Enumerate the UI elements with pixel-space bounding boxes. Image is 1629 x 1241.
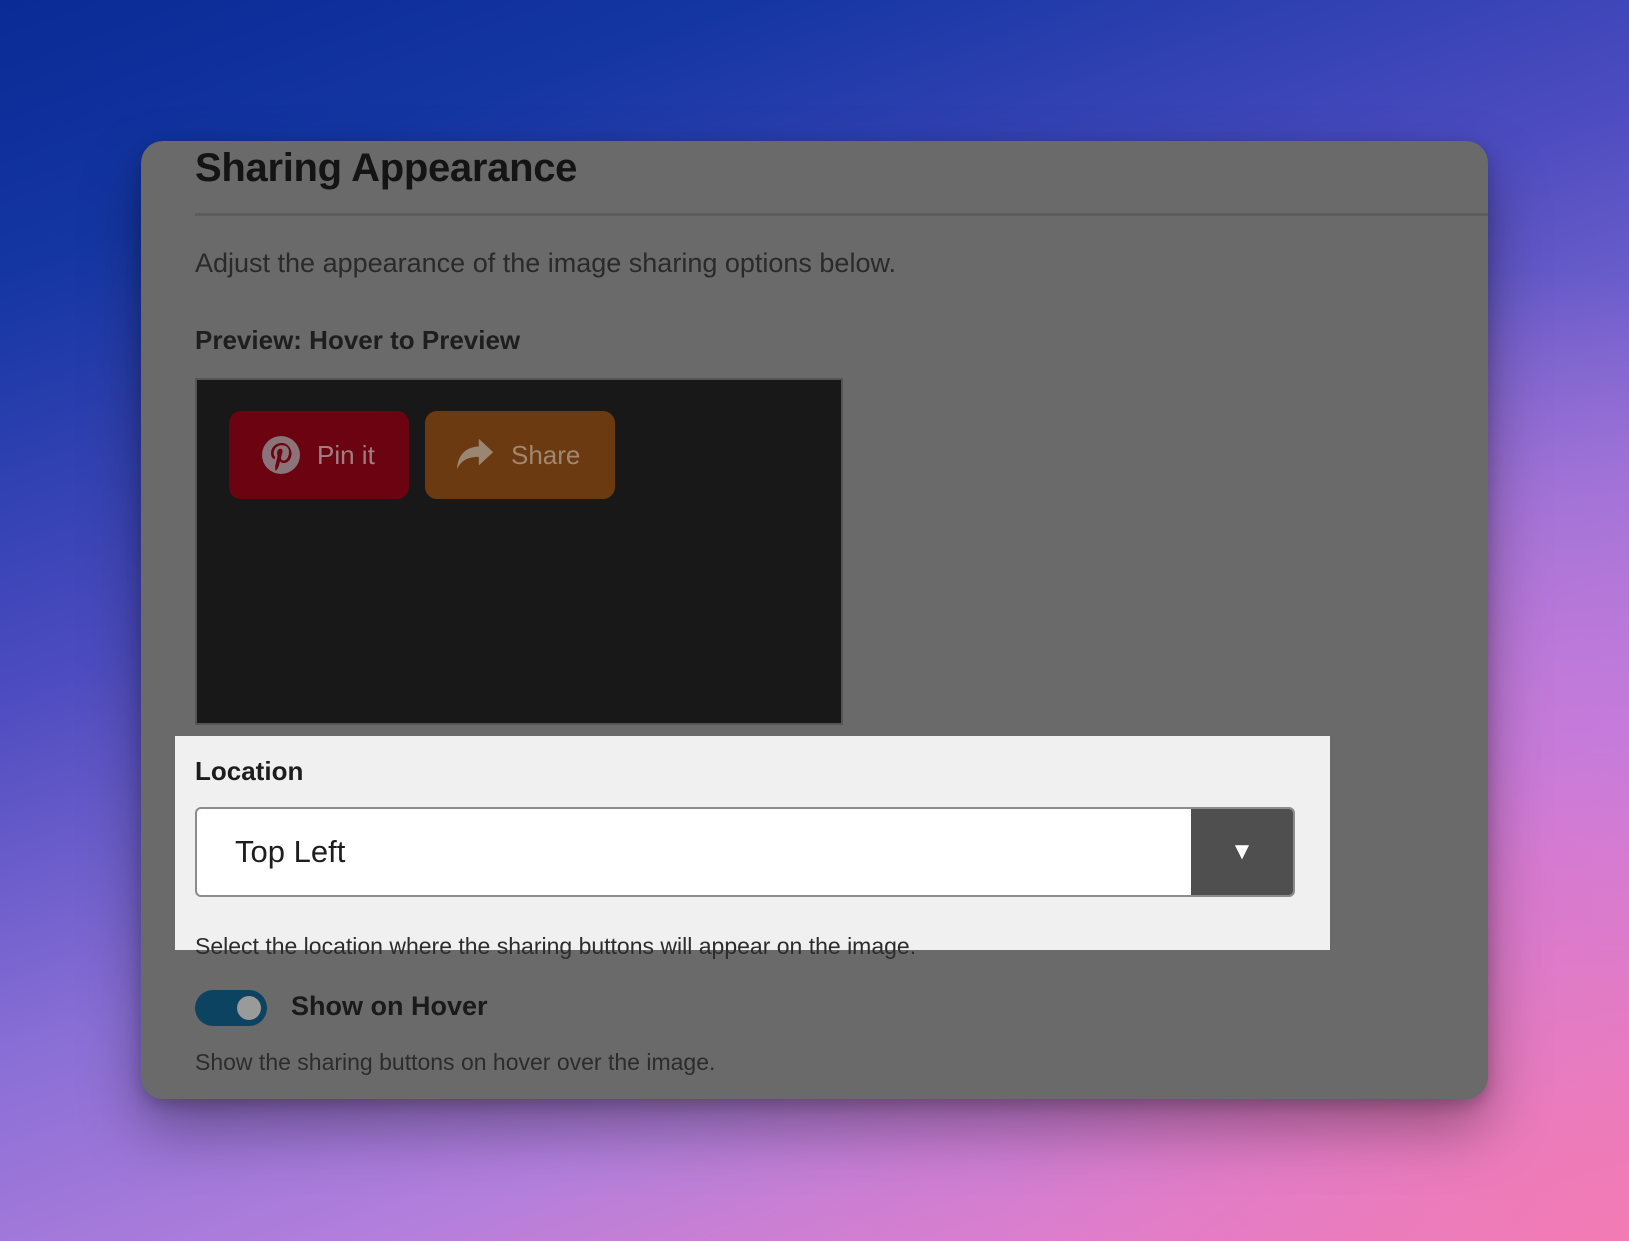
location-panel: Location Top Left ▼ bbox=[175, 736, 1330, 950]
preview-label: Preview: Hover to Preview bbox=[195, 325, 521, 355]
title-divider bbox=[195, 213, 1488, 216]
toggle-knob bbox=[237, 996, 261, 1020]
chevron-down-icon[interactable]: ▼ bbox=[1191, 809, 1293, 895]
show-on-hover-label: Show on Hover bbox=[291, 991, 488, 1021]
location-label: Location bbox=[195, 756, 304, 786]
share-arrow-icon bbox=[455, 435, 495, 475]
dialog-title: Sharing Appearance bbox=[195, 146, 578, 190]
dialog-intro-text: Adjust the appearance of the image shari… bbox=[195, 248, 896, 278]
location-selected-value: Top Left bbox=[235, 834, 346, 869]
preview-image-area[interactable]: Pin it Share bbox=[195, 378, 843, 725]
pinterest-icon bbox=[261, 435, 301, 475]
share-label: Share bbox=[511, 439, 581, 470]
show-on-hover-toggle[interactable] bbox=[195, 990, 267, 1026]
pin-it-label: Pin it bbox=[317, 439, 375, 470]
show-on-hover-help-text: Show the sharing buttons on hover over t… bbox=[195, 1049, 716, 1075]
location-help-text: Select the location where the sharing bu… bbox=[195, 933, 917, 959]
share-button[interactable]: Share bbox=[425, 411, 615, 499]
location-select[interactable]: Top Left ▼ bbox=[195, 807, 1295, 897]
pin-it-button[interactable]: Pin it bbox=[229, 411, 409, 499]
sharing-appearance-dialog: Sharing Appearance Adjust the appearance… bbox=[141, 141, 1488, 1099]
